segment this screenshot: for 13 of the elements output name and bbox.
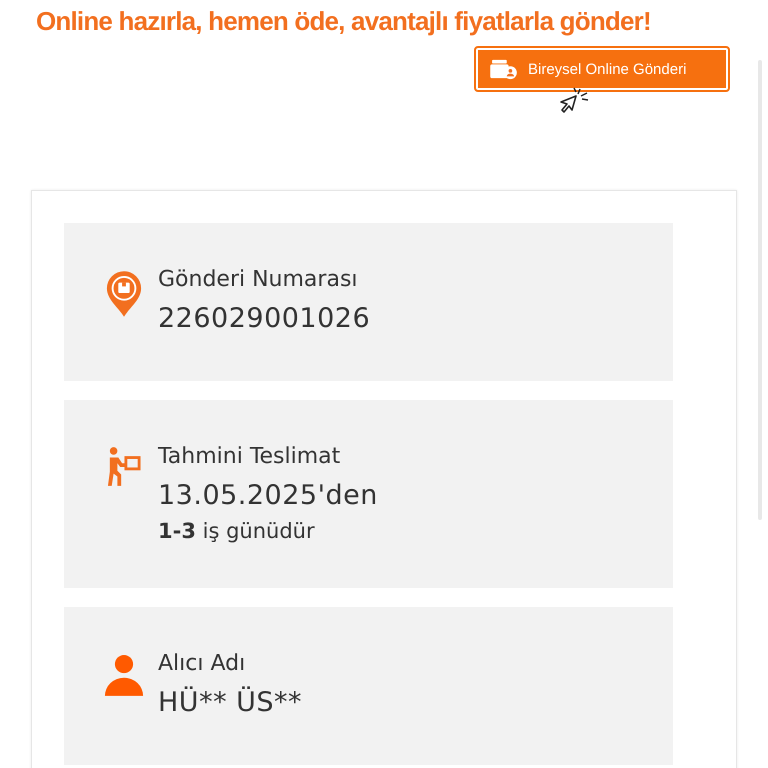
field-value: 13.05.2025'den [158, 479, 378, 513]
person-icon [104, 653, 144, 697]
package-user-icon [490, 58, 518, 80]
field-label: Gönderi Numarası [158, 266, 359, 294]
field-label: Alıcı Adı [158, 650, 246, 678]
field-label: Tahmini Teslimat [158, 443, 342, 471]
headline: Online hazırla, hemen öde, avantajlı fiyatlarla gönder! [36, 6, 652, 36]
online-shipment-button[interactable]: Bireysel Online Gönderi [474, 46, 730, 92]
field-value: 226029001026 [158, 302, 370, 336]
delivery-note: 1-3 iş günüdür [158, 518, 316, 545]
location-pin-icon [105, 269, 143, 319]
courier-icon [107, 446, 141, 488]
field-value: HÜ** ÜS** [158, 685, 302, 720]
